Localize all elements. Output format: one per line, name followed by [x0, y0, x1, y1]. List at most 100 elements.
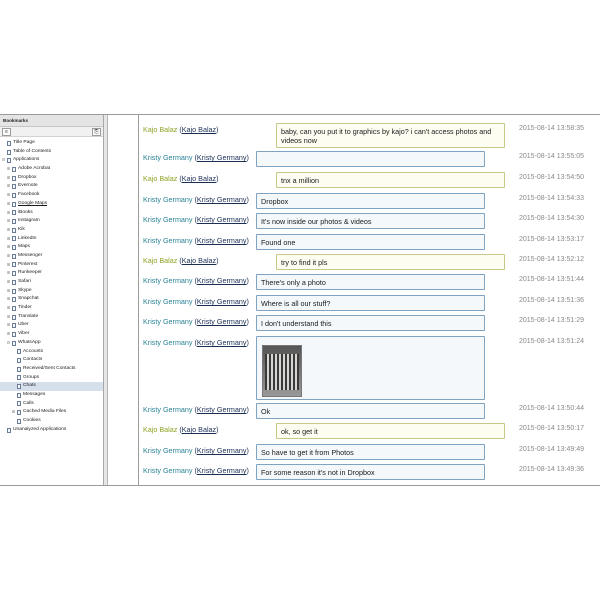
sender-contact-link[interactable]: Kristy Germany — [197, 405, 247, 414]
sender-contact-link[interactable]: Kajo Balaz — [182, 425, 216, 434]
message-timestamp: 2015-08-14 13:54:30 — [519, 215, 584, 222]
sender-contact-link[interactable]: Kajo Balaz — [182, 174, 216, 183]
message-timestamp: 2015-08-14 13:51:29 — [519, 317, 584, 324]
expander-icon[interactable]: ⊟ — [1, 156, 6, 165]
bookmark-item[interactable]: Calls — [0, 400, 103, 409]
bookmark-item[interactable]: ⊞ Skype — [0, 287, 103, 296]
bookmark-item[interactable]: ⊞ Runkeeper — [0, 269, 103, 278]
expander-icon[interactable]: ⊞ — [6, 252, 11, 261]
sender-contact-link[interactable]: Kristy Germany — [197, 276, 247, 285]
bookmark-label: Received/Sent Contacts — [23, 365, 76, 371]
bookmark-item[interactable]: Groups — [0, 374, 103, 383]
bookmark-label: Maps — [18, 244, 30, 250]
expander-icon[interactable]: ⊞ — [6, 235, 11, 244]
sender-contact-link[interactable]: Kristy Germany — [197, 338, 247, 347]
bookmark-item[interactable]: ⊞ Tinder — [0, 304, 103, 313]
page-icon — [12, 340, 16, 346]
bookmark-item[interactable]: ⊞ Safari — [0, 278, 103, 287]
bookmark-item[interactable]: ⊞ Translate — [0, 313, 103, 322]
bookmark-item[interactable]: ⊞ Pinterest — [0, 261, 103, 270]
sender-contact-link[interactable]: Kristy Germany — [197, 215, 247, 224]
expander-icon[interactable]: ⊞ — [6, 182, 11, 191]
bookmark-item[interactable]: ⊟ Applications — [0, 156, 103, 165]
pane-splitter[interactable] — [104, 115, 108, 485]
bookmark-item[interactable]: Received/Sent Contacts — [0, 365, 103, 374]
bookmark-label: Title Page — [13, 140, 35, 145]
bookmark-item[interactable]: ⊞ Snapchat — [0, 295, 103, 304]
paren: ) — [216, 125, 219, 134]
message-timestamp: 2015-08-14 13:50:17 — [519, 425, 584, 432]
bookmark-item[interactable]: ⊟ WhatsApp — [0, 339, 103, 348]
bookmark-item[interactable]: ⊞ Messenger — [0, 252, 103, 261]
message-text: Found one — [261, 238, 296, 247]
expander-icon[interactable]: ⊞ — [6, 330, 11, 339]
bookmark-item[interactable]: Contacts — [0, 356, 103, 365]
bookmark-item[interactable]: ⊞ Adobe Acrobat — [0, 165, 103, 174]
bookmark-label: Chats — [23, 383, 36, 389]
bookmark-item[interactable]: Unanalyzed Applications — [0, 426, 103, 435]
sender-label: Kristy Germany (Kristy Germany) — [143, 215, 249, 224]
expander-icon[interactable]: ⊞ — [6, 191, 11, 200]
bookmark-item[interactable]: ⊞ iBooks — [0, 209, 103, 218]
sender-contact-link[interactable]: Kristy Germany — [197, 195, 247, 204]
expander-icon[interactable]: ⊞ — [6, 243, 11, 252]
expander-icon[interactable]: ⊞ — [6, 304, 11, 313]
expander-icon[interactable]: ⊞ — [6, 295, 11, 304]
expander-icon[interactable]: ⊞ — [6, 261, 11, 270]
expander-icon[interactable]: ⊞ — [6, 200, 11, 209]
sender-name: Kajo Balaz — [143, 125, 178, 134]
bookmark-item[interactable]: Table of Contents — [0, 148, 103, 157]
expander-icon[interactable]: ⊟ — [6, 339, 11, 348]
bookmark-item[interactable]: ⊞ Uber — [0, 321, 103, 330]
sender-contact-link[interactable]: Kajo Balaz — [182, 256, 216, 265]
bookmark-item[interactable]: ⊞ Maps — [0, 243, 103, 252]
bookmark-item[interactable]: ⊞ Evernote — [0, 182, 103, 191]
expander-icon[interactable]: ⊞ — [6, 287, 11, 296]
expander-icon[interactable]: ⊞ — [6, 226, 11, 235]
sender-contact-link[interactable]: Kristy Germany — [197, 317, 247, 326]
sender-contact-link[interactable]: Kristy Germany — [197, 236, 247, 245]
bookmark-item[interactable]: ⊞ Instagram — [0, 217, 103, 226]
bookmark-item[interactable]: ⊞ Cached Media Files — [0, 408, 103, 417]
bookmark-item[interactable]: Accounts — [0, 348, 103, 357]
bookmark-item[interactable]: Chats — [0, 382, 103, 391]
photo-attachment[interactable] — [262, 345, 302, 397]
bookmark-item[interactable]: Cookies — [0, 417, 103, 426]
message-text: I don't understand this — [261, 319, 332, 328]
sender-contact-link[interactable]: Kristy Germany — [197, 466, 247, 475]
message-timestamp: 2015-08-14 13:51:44 — [519, 276, 584, 283]
expander-icon[interactable]: ⊞ — [11, 408, 16, 417]
bookmark-item[interactable]: ⊞ Viber — [0, 330, 103, 339]
expander-icon[interactable]: ⊞ — [6, 209, 11, 218]
bookmark-label: Adobe Acrobat — [18, 166, 51, 172]
sender-contact-link[interactable]: Kristy Germany — [197, 446, 247, 455]
chat-transcript: Kajo Balaz (Kajo Balaz) baby, can you put… — [138, 115, 600, 485]
sender-name: Kristy Germany — [143, 338, 193, 347]
bookmark-item[interactable]: ⊞ Facebook — [0, 191, 103, 200]
page-icon — [17, 366, 21, 372]
message-bubble: Where is all our stuff? — [256, 295, 485, 311]
expander-icon[interactable]: ⊞ — [6, 321, 11, 330]
bookmark-item[interactable]: ⊞ Google Maps — [0, 200, 103, 209]
expander-icon[interactable]: ⊞ — [6, 313, 11, 322]
sender-contact-link[interactable]: Kristy Germany — [197, 297, 247, 306]
sender-contact-link[interactable]: Kristy Germany — [197, 153, 247, 162]
bookmark-item[interactable]: ⊞ LinkedIn — [0, 235, 103, 244]
expander-icon[interactable]: ⊞ — [6, 174, 11, 183]
page-icon — [12, 201, 16, 207]
bookmark-item[interactable]: Title Page — [0, 139, 103, 148]
message-text: try to find it pls — [281, 258, 328, 267]
expander-icon[interactable]: ⊞ — [6, 278, 11, 287]
page-icon — [7, 149, 11, 155]
sender-contact-link[interactable]: Kajo Balaz — [182, 125, 216, 134]
bookmark-item[interactable]: ⊞ Dropbox — [0, 174, 103, 183]
message-text: Ok — [261, 407, 271, 416]
sender-name: Kristy Germany — [143, 276, 193, 285]
expander-icon[interactable]: ⊞ — [6, 269, 11, 278]
expander-icon[interactable]: ⊞ — [6, 217, 11, 226]
bookmarks-expand-button[interactable]: ⎘ — [92, 128, 101, 136]
bookmarks-options-button[interactable]: ≡ — [2, 128, 11, 136]
bookmark-item[interactable]: ⊞ Kik — [0, 226, 103, 235]
expander-icon[interactable]: ⊞ — [6, 165, 11, 174]
bookmark-item[interactable]: Messages — [0, 391, 103, 400]
